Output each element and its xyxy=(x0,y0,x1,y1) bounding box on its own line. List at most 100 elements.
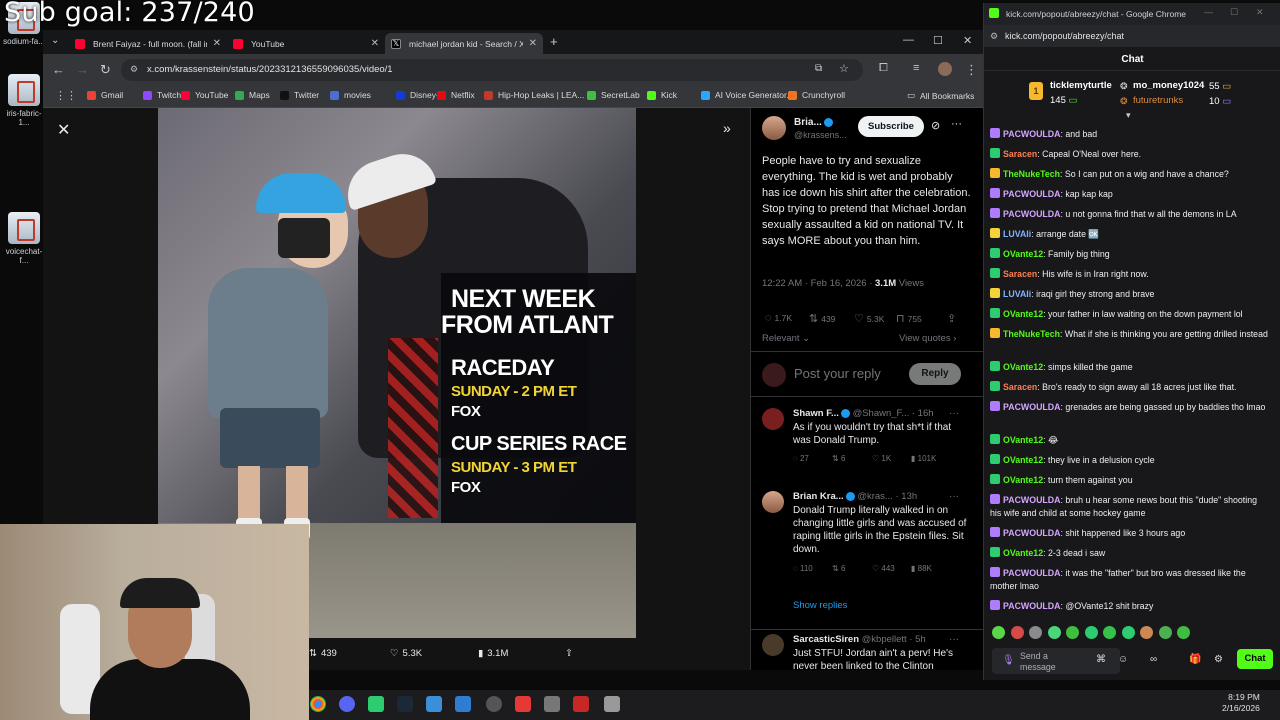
chat-send-button[interactable]: Chat xyxy=(1237,649,1273,669)
reply-action[interactable]: ◌ 1.7K xyxy=(765,312,792,324)
emote-picker-icon[interactable]: ☺ xyxy=(1118,654,1128,665)
chat-username[interactable]: OVante12 xyxy=(1003,309,1043,319)
expand-sidebar-icon[interactable]: » xyxy=(723,120,731,136)
close-window-icon[interactable]: ✕ xyxy=(1256,7,1264,18)
chat-username[interactable]: Saracen xyxy=(1003,382,1037,392)
leaderboard-name[interactable]: ticklemyturtle xyxy=(1050,80,1112,91)
photos-taskbar-icon[interactable] xyxy=(544,696,560,712)
url-input[interactable]: ⚙ x.com/krassenstein/status/202331213655… xyxy=(121,59,863,81)
emote-icon[interactable] xyxy=(1084,626,1098,639)
minimize-icon[interactable]: — xyxy=(1204,7,1213,17)
emote-icon[interactable] xyxy=(1158,626,1172,639)
bookmark-item[interactable]: movies xyxy=(330,90,371,100)
chat-username[interactable]: PACWOULDA xyxy=(1003,568,1061,578)
emote-icon[interactable] xyxy=(992,626,1005,639)
more-options-icon[interactable]: ··· xyxy=(949,491,959,502)
more-options-icon[interactable]: ··· xyxy=(949,634,959,645)
repost-action[interactable]: ⇅ 439 xyxy=(809,312,835,325)
chat-username[interactable]: OVante12 xyxy=(1003,362,1043,372)
chat-username[interactable]: PACWOULDA xyxy=(1003,209,1061,219)
reply-avatar[interactable] xyxy=(762,491,784,513)
chat-username[interactable]: OVante12 xyxy=(1003,475,1043,485)
chat-username[interactable]: TheNukeTech xyxy=(1003,329,1060,339)
bookmark-item[interactable]: Netflix xyxy=(437,90,475,100)
reply-avatar[interactable] xyxy=(762,634,784,656)
profile-avatar[interactable] xyxy=(938,62,952,76)
close-icon[interactable]: ✕ xyxy=(529,38,537,49)
share-icon[interactable]: ⇪ xyxy=(947,312,959,325)
bookmark-item[interactable]: Crunchyroll xyxy=(788,90,845,100)
chat-username[interactable]: PACWOULDA xyxy=(1003,528,1061,538)
desktop-icon-voicechat[interactable]: voicechat-f... xyxy=(2,212,46,265)
reply-button[interactable]: Reply xyxy=(909,363,961,385)
close-icon[interactable]: ✕ xyxy=(371,38,379,49)
emote-icon[interactable] xyxy=(1010,626,1024,639)
apps-grid-icon[interactable]: ⋮⋮ xyxy=(55,89,77,102)
view-quotes-link[interactable]: View quotes › xyxy=(899,333,956,344)
chrome-taskbar-icon[interactable] xyxy=(310,696,326,712)
bookmark-item[interactable]: YouTube xyxy=(181,90,228,100)
bookmark-item[interactable]: Disney+ xyxy=(396,90,441,100)
install-app-icon[interactable]: ⧉ xyxy=(815,63,822,74)
maximize-icon[interactable]: ☐ xyxy=(1230,7,1238,18)
chat-username[interactable]: LUVAIi xyxy=(1003,229,1031,239)
reply-stat-replies[interactable]: ◌ 110 xyxy=(793,564,813,573)
emote-icon[interactable] xyxy=(1140,626,1153,639)
video-like-stat[interactable]: ♡ 5.3K xyxy=(390,648,422,659)
device-taskbar-icon[interactable] xyxy=(604,696,620,712)
obs-taskbar-icon[interactable] xyxy=(486,696,502,712)
tool-taskbar-icon[interactable] xyxy=(573,696,589,712)
minimize-icon[interactable]: — xyxy=(903,34,914,46)
all-bookmarks-folder[interactable]: ▭ All Bookmarks xyxy=(907,90,974,101)
command-icon[interactable]: ⌘ xyxy=(1096,654,1106,665)
new-tab-icon[interactable]: + xyxy=(550,34,558,49)
forward-icon[interactable]: → xyxy=(76,62,89,77)
chat-username[interactable]: OVante12 xyxy=(1003,249,1043,259)
settings-gear-icon[interactable]: ⚙ xyxy=(1214,654,1223,665)
chat-username[interactable]: OVante12 xyxy=(1003,548,1043,558)
system-clock[interactable]: 8:19 PM 2/16/2026 xyxy=(1222,692,1260,714)
extensions-icon[interactable]: ⧠ xyxy=(879,62,888,75)
author-handle[interactable]: @krassens... xyxy=(794,130,847,140)
maximize-icon[interactable]: ☐ xyxy=(933,34,943,47)
reply-input[interactable]: Post your reply xyxy=(794,366,881,381)
emote-icon[interactable] xyxy=(1047,626,1061,639)
media-controls-icon[interactable]: ≡ xyxy=(913,62,919,74)
tab-search-icon[interactable]: ⌄ xyxy=(51,35,59,46)
app-taskbar-icon[interactable] xyxy=(368,696,384,712)
chat-username[interactable]: OVante12 xyxy=(1003,455,1043,465)
gift-icon[interactable]: 🎁 xyxy=(1189,654,1201,665)
tab-brent-faiyaz[interactable]: Brent Faiyaz - full moon. (fall in ✕ xyxy=(69,33,227,54)
site-info-icon[interactable]: ⚙ xyxy=(130,64,138,75)
chat-username[interactable]: TheNukeTech xyxy=(1003,169,1060,179)
reply-stat-likes[interactable]: ♡ 443 xyxy=(872,564,895,573)
chat-username[interactable]: PACWOULDA xyxy=(1003,189,1061,199)
close-icon[interactable]: ✕ xyxy=(213,38,221,49)
grok-icon[interactable]: ⊘ xyxy=(931,119,940,132)
media-taskbar-icon[interactable] xyxy=(515,696,531,712)
emote-icon[interactable] xyxy=(1121,626,1135,639)
chat-username[interactable]: PACWOULDA xyxy=(1003,495,1061,505)
infinity-icon[interactable]: ∞ xyxy=(1150,654,1157,665)
reply-stat-likes[interactable]: ♡ 1K xyxy=(872,454,891,463)
bookmark-item[interactable]: Gmail xyxy=(87,90,123,100)
chat-username[interactable]: Saracen xyxy=(1003,149,1037,159)
steam-taskbar-icon[interactable] xyxy=(397,696,413,712)
reply-avatar[interactable] xyxy=(762,408,784,430)
author-avatar[interactable] xyxy=(762,116,786,140)
emote-icon[interactable] xyxy=(1029,626,1042,639)
reply-stat-reposts[interactable]: ⇅ 6 xyxy=(832,564,845,573)
reply-stat-reposts[interactable]: ⇅ 6 xyxy=(832,454,845,463)
chat-username[interactable]: LUVAIi xyxy=(1003,289,1031,299)
discord-taskbar-icon[interactable] xyxy=(339,696,355,712)
bookmark-item[interactable]: Kick xyxy=(647,90,677,100)
bookmark-action[interactable]: ⊓ 755 xyxy=(896,312,922,325)
tab-youtube[interactable]: YouTube ✕ xyxy=(227,33,385,54)
more-options-icon[interactable]: ··· xyxy=(949,408,959,419)
bookmark-item[interactable]: AI Voice Generator... xyxy=(701,90,793,100)
emote-icon[interactable] xyxy=(1177,626,1190,639)
reload-icon[interactable]: ↻ xyxy=(100,62,111,78)
sort-replies-dropdown[interactable]: Relevant ⌄ xyxy=(762,333,810,344)
show-replies-link[interactable]: Show replies xyxy=(793,600,847,611)
emote-icon[interactable] xyxy=(1066,626,1079,639)
